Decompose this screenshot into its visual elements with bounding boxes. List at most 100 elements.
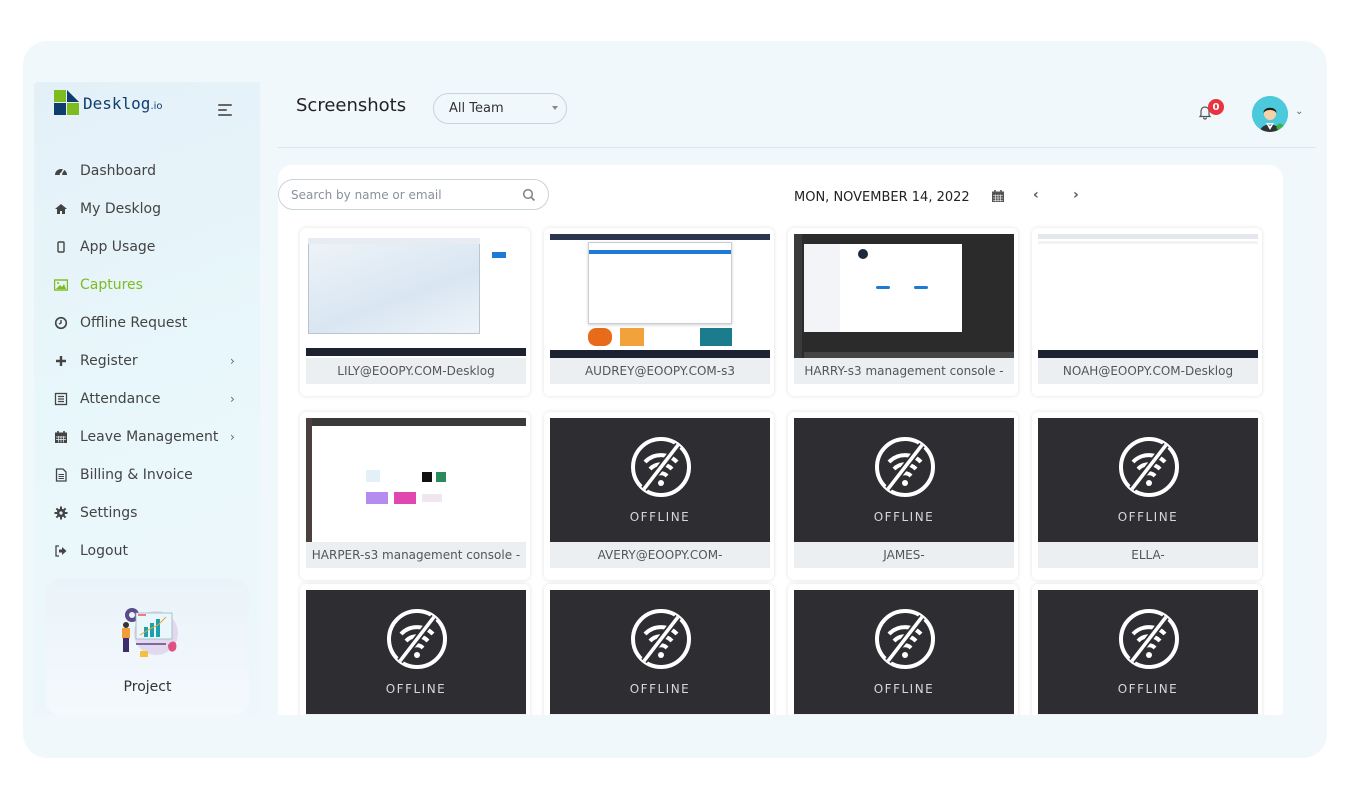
page-title: Screenshots [296, 95, 407, 116]
screenshot-card[interactable]: OFFLINE [788, 584, 1018, 715]
sidebar-item-settings[interactable]: Settings [34, 494, 260, 532]
mobile-icon [54, 240, 68, 254]
screenshot-caption: JAMES- [794, 542, 1014, 568]
search-input[interactable] [291, 187, 511, 202]
screenshot-caption: LILY@EOOPY.COM-Desklog [306, 358, 526, 384]
sidebar-item-logout[interactable]: Logout [34, 532, 260, 570]
wifi-off-icon [1119, 609, 1179, 669]
offline-thumbnail[interactable]: OFFLINE [550, 590, 770, 714]
sidebar-item-app-usage[interactable]: App Usage [34, 228, 260, 266]
chevron-right-icon: › [230, 354, 235, 368]
screenshot-caption [306, 714, 526, 715]
logo-text: Desklog.io [83, 94, 163, 113]
sidebar-item-label: My Desklog [80, 201, 161, 217]
avatar[interactable] [1252, 96, 1288, 132]
sidebar-item-label: Leave Management [80, 429, 219, 445]
offline-thumbnail[interactable]: OFFLINE [550, 418, 770, 542]
screenshot-card[interactable]: OFFLINE [544, 584, 774, 715]
screenshot-card[interactable]: HARPER-s3 management console - [300, 412, 530, 580]
offline-label: OFFLINE [873, 510, 935, 524]
screenshot-thumbnail[interactable] [306, 234, 526, 358]
sidebar-nav: Dashboard My Desklog App Usage Captures [34, 152, 260, 570]
sidebar-item-my-desklog[interactable]: My Desklog [34, 190, 260, 228]
screenshot-card[interactable]: NOAH@EOOPY.COM-Desklog [1032, 228, 1262, 396]
sidebar-item-leave-management[interactable]: Leave Management › [34, 418, 260, 456]
sidebar-item-label: Register [80, 353, 138, 369]
sidebar-item-label: Captures [80, 277, 143, 293]
screenshot-caption: HARPER-s3 management console - [306, 542, 526, 568]
offline-label: OFFLINE [385, 682, 447, 696]
dashboard-icon [54, 164, 68, 178]
calendar-icon [54, 430, 68, 444]
screenshot-caption: AVERY@EOOPY.COM- [550, 542, 770, 568]
offline-thumbnail[interactable]: OFFLINE [794, 590, 1014, 714]
sidebar: Desklog.io Dashboard My Desklog App Usag… [34, 82, 260, 715]
project-card-label: Project [123, 679, 172, 695]
notification-badge: 0 [1208, 99, 1224, 115]
screenshot-card[interactable]: AUDREY@EOOPY.COM-s3 [544, 228, 774, 396]
previous-day-button[interactable]: ‹ [1033, 187, 1039, 203]
sidebar-item-label: Dashboard [80, 163, 156, 179]
screenshot-card[interactable]: OFFLINE [300, 584, 530, 715]
calendar-icon[interactable] [991, 189, 1005, 203]
logout-icon [54, 544, 68, 558]
screenshot-caption: NOAH@EOOPY.COM-Desklog [1038, 358, 1258, 384]
screenshot-caption: ELLA- [1038, 542, 1258, 568]
wifi-off-icon [631, 609, 691, 669]
wifi-off-icon [631, 437, 691, 497]
sidebar-item-label: App Usage [80, 239, 156, 255]
project-card[interactable]: Project [46, 579, 249, 715]
screenshot-caption [1038, 714, 1258, 715]
offline-thumbnail[interactable]: OFFLINE [1038, 590, 1258, 714]
screenshot-thumbnail[interactable] [550, 234, 770, 358]
sidebar-item-label: Offline Request [80, 315, 188, 331]
chevron-right-icon: › [230, 392, 235, 406]
screenshot-card[interactable]: OFFLINE ELLA- [1032, 412, 1262, 580]
team-filter-select[interactable]: All Team [433, 93, 567, 124]
gear-icon [54, 506, 68, 520]
offline-label: OFFLINE [629, 682, 691, 696]
screenshot-thumbnail[interactable] [306, 418, 526, 542]
sidebar-item-label: Settings [80, 505, 138, 521]
project-illustration-icon [122, 608, 178, 657]
chevron-down-icon[interactable]: ⌄ [1295, 106, 1303, 117]
plus-icon [54, 354, 68, 368]
sidebar-item-billing-invoice[interactable]: Billing & Invoice [34, 456, 260, 494]
sidebar-item-label: Billing & Invoice [80, 467, 193, 483]
screenshot-thumbnail[interactable] [794, 234, 1014, 358]
screenshot-card[interactable]: HARRY-s3 management console - [788, 228, 1018, 396]
screenshot-card[interactable]: LILY@EOOPY.COM-Desklog [300, 228, 530, 396]
clock-icon [54, 316, 68, 330]
search-field[interactable] [278, 179, 549, 210]
screenshot-caption: HARRY-s3 management console - [794, 358, 1014, 384]
screenshot-card[interactable]: OFFLINE JAMES- [788, 412, 1018, 580]
screenshot-card[interactable]: OFFLINE AVERY@EOOPY.COM- [544, 412, 774, 580]
screenshot-caption [794, 714, 1014, 715]
offline-label: OFFLINE [629, 510, 691, 524]
app-window: Desklog.io Dashboard My Desklog App Usag… [34, 82, 1316, 715]
logo-mark-icon [54, 90, 80, 116]
sidebar-item-offline-request[interactable]: Offline Request [34, 304, 260, 342]
sidebar-item-register[interactable]: Register › [34, 342, 260, 380]
offline-thumbnail[interactable]: OFFLINE [794, 418, 1014, 542]
home-icon [54, 202, 68, 216]
sidebar-item-attendance[interactable]: Attendance › [34, 380, 260, 418]
wifi-off-icon [387, 609, 447, 669]
screenshot-card[interactable]: OFFLINE [1032, 584, 1262, 715]
logo[interactable]: Desklog.io [54, 90, 163, 116]
sidebar-item-label: Logout [80, 543, 128, 559]
next-day-button[interactable]: › [1073, 187, 1079, 203]
image-icon [54, 278, 68, 292]
screenshot-thumbnail[interactable] [1038, 234, 1258, 358]
offline-thumbnail[interactable]: OFFLINE [1038, 418, 1258, 542]
team-filter-value: All Team [449, 101, 504, 116]
menu-toggle-icon[interactable] [218, 104, 232, 119]
offline-label: OFFLINE [1117, 510, 1179, 524]
file-icon [54, 468, 68, 482]
offline-thumbnail[interactable]: OFFLINE [306, 590, 526, 714]
wifi-off-icon [875, 437, 935, 497]
sidebar-item-dashboard[interactable]: Dashboard [34, 152, 260, 190]
sidebar-item-captures[interactable]: Captures [34, 266, 260, 304]
search-icon[interactable] [522, 188, 536, 202]
sidebar-item-label: Attendance [80, 391, 161, 407]
